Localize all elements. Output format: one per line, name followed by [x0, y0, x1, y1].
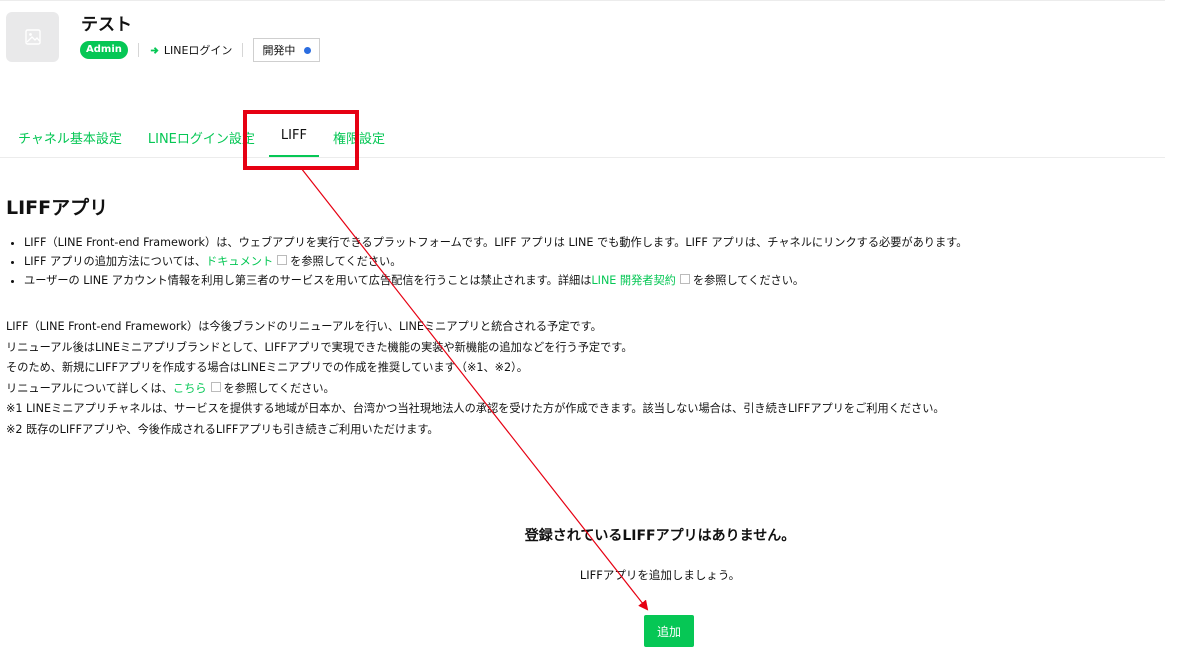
bullet-text: ユーザーの LINE アカウント情報を利用し第三者のサービスを用いて広告配信を行… — [24, 274, 592, 287]
meta-separator — [242, 43, 244, 57]
notice-line: そのため、新規にLIFFアプリを作成する場合はLINEミニアプリでの作成を推奨し… — [6, 361, 528, 374]
tab-channel-basic-settings[interactable]: チャネル基本設定 — [18, 128, 122, 156]
section-title: LIFFアプリ — [6, 197, 109, 219]
settings-tabs: チャネル基本設定 LINEログイン設定 LIFF 権限設定 — [18, 128, 411, 157]
bullet-text: を参照してください。 — [692, 274, 805, 287]
login-arrow-icon — [150, 46, 159, 54]
empty-state-title: 登録されているLIFFアプリはありません。 — [524, 528, 796, 544]
meta-separator — [137, 43, 139, 57]
list-item: LIFF（LINE Front-end Framework）は、ウェブアプリを実… — [24, 233, 967, 252]
footnote-2: ※2 既存のLIFFアプリや、今後作成されるLIFFアプリも引き続きご利用いただ… — [6, 422, 439, 436]
renewal-notice: LIFF（LINE Front-end Framework）は今後ブランドのリニ… — [6, 317, 945, 440]
tab-liff[interactable]: LIFF — [268, 128, 319, 157]
status-dot — [304, 46, 312, 54]
footnote-1: ※1 LINEミニアプリチャネルは、サービスを提供する地域が日本か、台湾かつ当社… — [6, 402, 945, 415]
bullet-text: LIFF アプリの追加方法については、 — [24, 255, 207, 268]
channel-type: LINEログイン — [149, 42, 233, 58]
channel-type-label: LINEログイン — [163, 44, 233, 57]
top-divider — [0, 0, 1165, 1]
renewal-details-link[interactable]: こちら — [173, 382, 207, 395]
empty-state-subtitle: LIFFアプリを追加しましょう。 — [579, 568, 741, 582]
status-badge[interactable]: 開発中 — [253, 38, 321, 62]
notice-text: を参照してください。 — [223, 381, 335, 395]
developer-agreement-link[interactable]: LINE 開発者契約 — [591, 274, 675, 287]
bullet-text: を参照してください。 — [290, 255, 402, 268]
list-item: LIFF アプリの追加方法については、ドキュメント を参照してください。 — [24, 252, 967, 271]
notice-line: リニューアル後はLINEミニアプリブランドとして、LIFFアプリで実現できた機能… — [6, 340, 633, 354]
tabs-divider — [0, 157, 1165, 158]
tab-permission-settings[interactable]: 権限設定 — [333, 128, 385, 156]
documentation-link[interactable]: ドキュメント — [206, 255, 273, 268]
channel-meta: Admin LINEログイン 開発中 — [80, 38, 321, 62]
add-liff-app-button[interactable]: 追加 — [644, 615, 694, 647]
tab-line-login-settings[interactable]: LINEログイン設定 — [148, 128, 255, 156]
channel-icon-placeholder[interactable] — [6, 12, 59, 62]
image-icon — [24, 29, 41, 45]
external-link-icon — [277, 255, 288, 265]
list-item: ユーザーの LINE アカウント情報を利用し第三者のサービスを用いて広告配信を行… — [24, 271, 967, 290]
notice-line: リニューアルについて詳しくは、こちら を参照してください。 — [6, 379, 945, 400]
notice-line: LIFF（LINE Front-end Framework）は今後ブランドのリニ… — [6, 320, 602, 333]
notice-text: リニューアルについて詳しくは、 — [6, 381, 173, 395]
external-link-icon — [679, 274, 690, 284]
external-link-icon — [210, 381, 221, 392]
status-label: 開発中 — [262, 44, 296, 57]
info-bullets: LIFF（LINE Front-end Framework）は、ウェブアプリを実… — [8, 233, 967, 290]
channel-name: テスト — [81, 15, 132, 35]
role-badge: Admin — [80, 41, 128, 59]
